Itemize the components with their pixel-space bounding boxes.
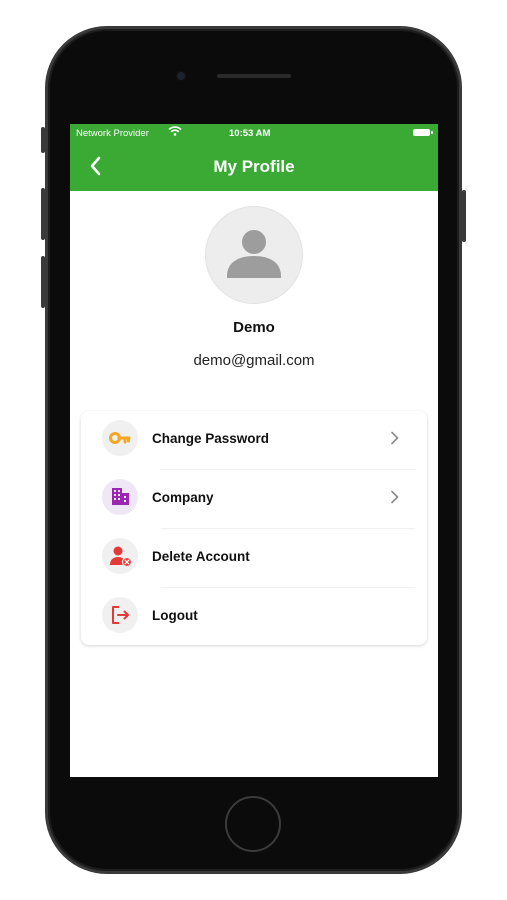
app-screen: Network Provider 10:53 AM My Profile Dem… (70, 124, 438, 777)
wifi-icon (168, 126, 182, 136)
avatar[interactable] (205, 206, 303, 304)
app-header: Network Provider 10:53 AM My Profile (70, 124, 438, 191)
earpiece-speaker (217, 74, 291, 78)
menu-item-label: Change Password (152, 431, 270, 446)
icon-circle (102, 420, 138, 456)
carrier-label: Network Provider (76, 128, 149, 139)
menu-item-change-password[interactable]: Change Password (81, 411, 427, 470)
person-silhouette-icon (227, 230, 281, 278)
menu-item-label: Logout (152, 608, 198, 623)
icon-circle (102, 538, 138, 574)
volume-up-button (41, 188, 45, 240)
profile-email: demo@gmail.com (193, 352, 315, 369)
menu-item-logout[interactable]: Logout (81, 588, 427, 647)
mute-switch (41, 127, 45, 153)
menu-item-delete-account[interactable]: Delete Account (81, 529, 427, 588)
building-icon (112, 488, 129, 505)
battery-icon (413, 129, 433, 136)
volume-down-button (41, 256, 45, 308)
status-bar: Network Provider 10:53 AM (70, 124, 438, 142)
chevron-right-icon (391, 431, 399, 445)
icon-circle (102, 479, 138, 515)
user-remove-icon (110, 546, 133, 568)
home-button[interactable] (225, 796, 281, 852)
key-icon (109, 432, 131, 444)
profile-name: Demo (233, 319, 275, 336)
profile-menu-card: Change Password Company Delete Account L… (81, 411, 427, 645)
menu-item-label: Delete Account (152, 549, 250, 564)
menu-item-label: Company (152, 490, 214, 505)
logout-icon (112, 606, 129, 624)
page-title: My Profile (213, 157, 295, 176)
icon-circle (102, 597, 138, 633)
status-time: 10:53 AM (229, 128, 271, 139)
menu-item-company[interactable]: Company (81, 470, 427, 529)
power-button (462, 190, 466, 242)
chevron-right-icon (391, 490, 399, 504)
front-camera (177, 72, 185, 80)
